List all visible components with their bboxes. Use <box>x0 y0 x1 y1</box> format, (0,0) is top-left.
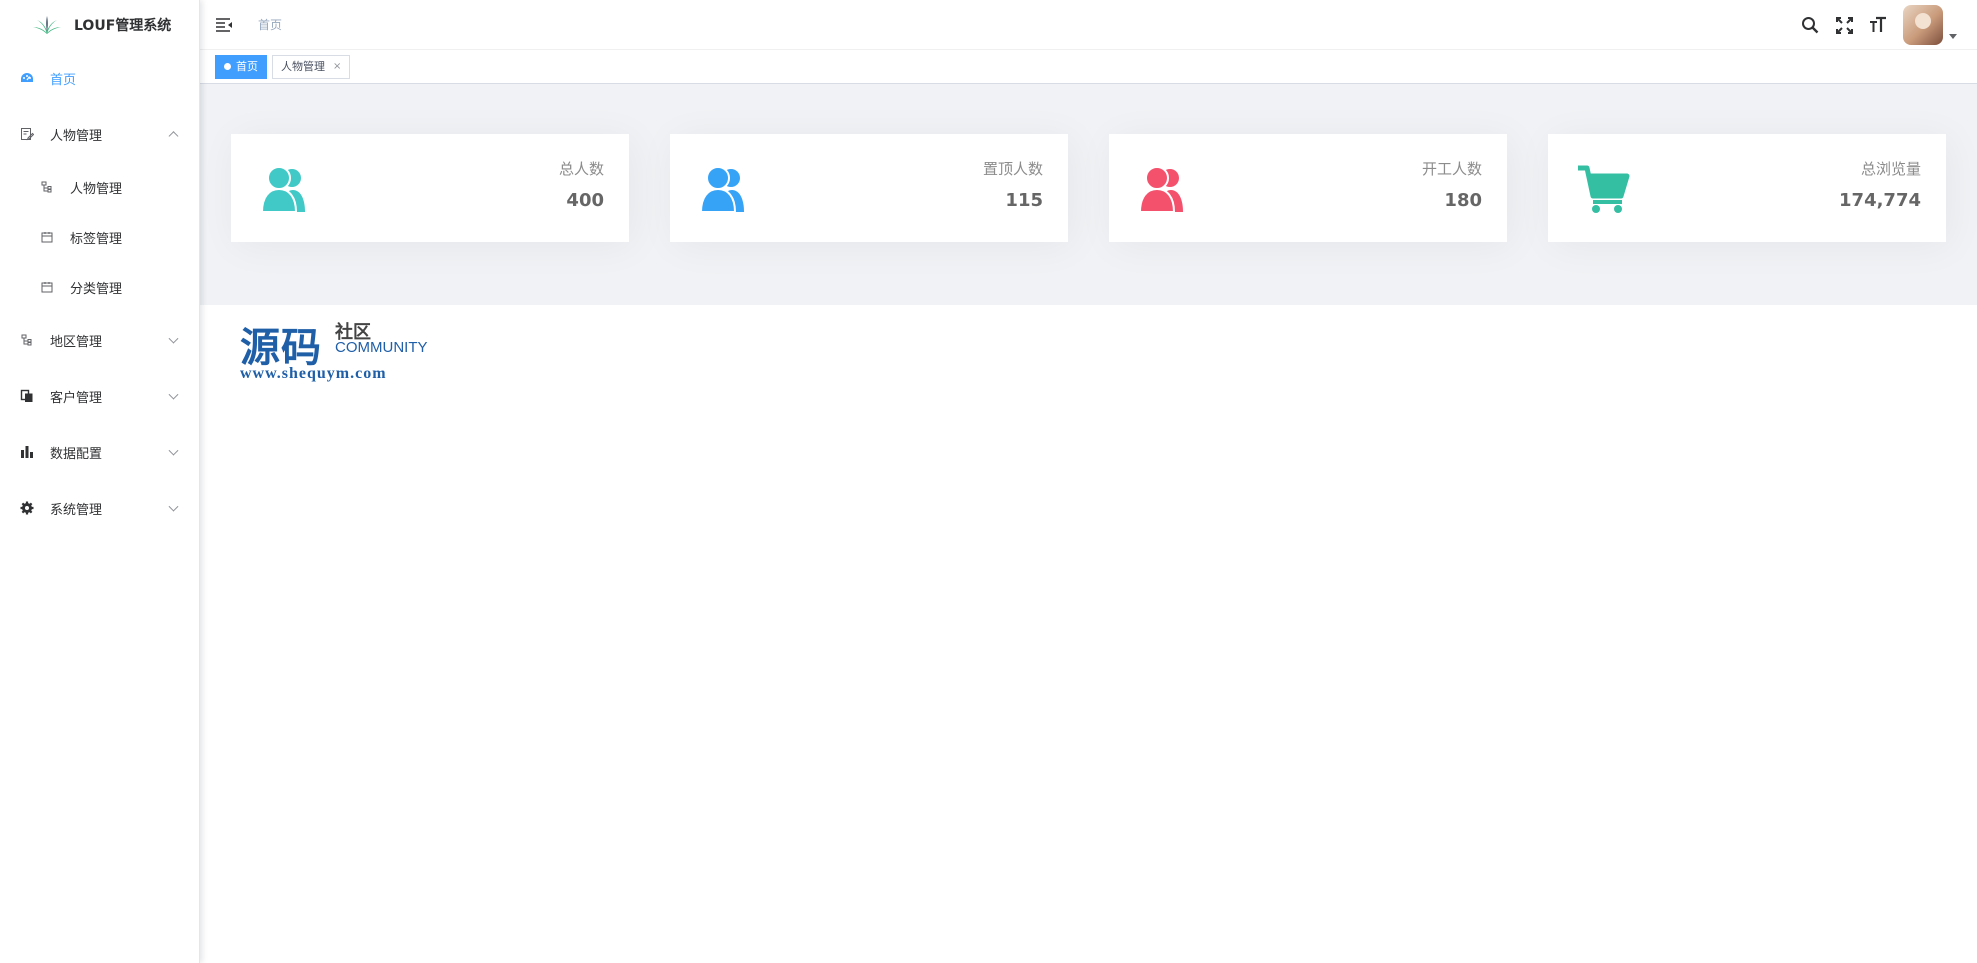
edit-doc-icon <box>20 127 34 141</box>
sidebar-item-customer[interactable]: 客户管理 <box>0 368 199 424</box>
card-value: 180 <box>1444 190 1482 211</box>
sidebar-item-label: 客户管理 <box>50 390 103 406</box>
card-label: 开工人数 <box>1421 160 1482 178</box>
tree-icon <box>40 180 54 194</box>
sidebar-subitem-category[interactable]: 分类管理 <box>0 262 199 312</box>
watermark-eng-text: COMMUNITY <box>335 339 428 356</box>
sidebar-item-label: 首页 <box>50 72 77 88</box>
active-dot-icon <box>224 63 231 70</box>
card-value: 174,774 <box>1839 190 1921 211</box>
chevron-down-icon <box>168 389 179 400</box>
tag-home[interactable]: 首页 <box>215 54 267 79</box>
card-pinned-people[interactable]: 置顶人数 115 <box>670 134 1068 242</box>
card-working-people[interactable]: 开工人数 180 <box>1109 134 1507 242</box>
hamburger-icon[interactable] <box>216 17 234 33</box>
chevron-up-icon <box>168 131 179 142</box>
sidebar-subitem-label: 人物管理 <box>70 181 123 197</box>
sidebar-item-label: 数据配置 <box>50 446 103 462</box>
sidebar-item-system[interactable]: 系统管理 <box>0 480 199 536</box>
card-total-people[interactable]: 总人数 400 <box>231 134 629 242</box>
app-title: LOUF管理系统 <box>74 18 172 34</box>
chevron-down-icon <box>168 333 179 344</box>
bar-chart-icon <box>20 445 34 459</box>
shopping-cart-icon <box>1578 165 1630 213</box>
sidebar-item-people[interactable]: 人物管理 <box>0 106 199 162</box>
sidebar-item-label: 人物管理 <box>50 128 103 144</box>
navbar-right <box>1787 0 1957 50</box>
dashboard-icon <box>20 71 34 85</box>
calendar-icon <box>40 230 54 244</box>
breadcrumb[interactable]: 首页 <box>258 16 282 33</box>
tags-view: 首页 人物管理 × <box>200 50 1977 84</box>
sidebar-subitem-label: 标签管理 <box>70 231 123 247</box>
sidebar-item-label: 地区管理 <box>50 334 103 350</box>
sidebar-subitem-tags[interactable]: 标签管理 <box>0 212 199 262</box>
card-label: 总浏览量 <box>1860 160 1921 178</box>
chevron-down-icon <box>168 501 179 512</box>
sidebar-item-region[interactable]: 地区管理 <box>0 312 199 368</box>
card-value: 115 <box>1005 190 1043 211</box>
brand-logo-icon <box>33 16 61 34</box>
card-label: 置顶人数 <box>982 160 1043 178</box>
close-icon[interactable]: × <box>333 56 341 78</box>
search-icon[interactable] <box>1799 14 1821 36</box>
caret-down-icon[interactable] <box>1949 33 1957 39</box>
watermark-url: www.shequym.com <box>240 365 387 382</box>
navbar: 首页 <box>200 0 1977 50</box>
card-total-views[interactable]: 总浏览量 174,774 <box>1548 134 1946 242</box>
people-icon <box>699 166 744 213</box>
avatar[interactable] <box>1903 5 1943 45</box>
panel-group: 总人数 400 置顶人数 115 开工人数 180 总浏览量 174,774 <box>200 84 1977 305</box>
tag-people[interactable]: 人物管理 × <box>272 54 351 79</box>
sidebar-subitem-people[interactable]: 人物管理 <box>0 162 199 212</box>
sidebar: LOUF管理系统 首页 人物管理 人物管理 标签管理 分类管理 地区管理 客户管… <box>0 0 200 963</box>
gear-icon <box>20 501 34 515</box>
sidebar-item-home[interactable]: 首页 <box>0 50 199 106</box>
tag-label: 人物管理 <box>281 59 325 73</box>
sidebar-item-data-config[interactable]: 数据配置 <box>0 424 199 480</box>
card-value: 400 <box>566 190 604 211</box>
chevron-down-icon <box>168 445 179 456</box>
brand[interactable]: LOUF管理系统 <box>0 0 199 50</box>
clipboard-icon <box>20 389 34 403</box>
fullscreen-icon[interactable] <box>1833 14 1855 36</box>
main-area: 首页 首页 人物管理 × 总人数 400 置顶人数 115 开工人数 180 总… <box>200 0 1977 963</box>
sidebar-item-label: 系统管理 <box>50 502 103 518</box>
watermark-logo: 源码 社区 COMMUNITY www.shequym.com <box>240 315 440 385</box>
calendar-icon <box>40 280 54 294</box>
tree-icon <box>20 333 34 347</box>
people-icon <box>1138 166 1183 213</box>
people-icon <box>260 166 305 213</box>
sidebar-subitem-label: 分类管理 <box>70 281 123 297</box>
card-label: 总人数 <box>558 160 604 178</box>
font-size-icon[interactable] <box>1867 14 1889 36</box>
tag-label: 首页 <box>236 59 258 73</box>
